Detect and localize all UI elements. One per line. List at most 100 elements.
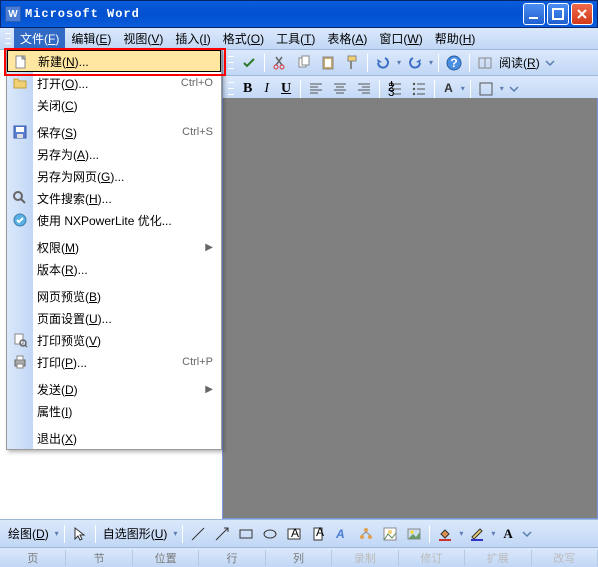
toolbar-overflow-icon[interactable] [543,52,557,74]
file-menu-item[interactable]: 关闭(C) [7,94,221,116]
read-label[interactable]: 阅读(R) [497,54,542,71]
border-button[interactable] [475,78,497,100]
status-cell: 节 [66,550,132,566]
menu-item-label: 属性(I) [37,403,213,420]
file-menu-item[interactable]: 保存(S)Ctrl+S [7,121,221,143]
menu-i[interactable]: 插入(I) [169,28,216,49]
file-menu-item[interactable]: 打开(O)...Ctrl+O [7,72,221,94]
titlebar: W Microsoft Word [0,0,598,28]
fill-color-icon[interactable] [434,523,456,545]
picture-icon[interactable] [403,523,425,545]
minimize-button[interactable] [523,3,545,25]
file-menu-item[interactable]: 打印预览(V) [7,329,221,351]
menu-f[interactable]: 文件(F) [14,28,65,49]
file-menu-item[interactable]: 页面设置(U)... [7,307,221,329]
close-button[interactable] [571,3,593,25]
menu-w[interactable]: 窗口(W) [373,28,428,49]
oval-icon[interactable] [259,523,281,545]
menu-item-label: 新建(N)... [38,53,212,70]
textbox-icon[interactable]: A [283,523,305,545]
help-icon[interactable]: ? [443,52,465,74]
menu-item-label: 使用 NXPowerLite 优化... [37,212,213,229]
file-menu-item[interactable]: 版本(R)... [7,258,221,280]
rectangle-icon[interactable] [235,523,257,545]
menu-t[interactable]: 工具(T) [270,28,321,49]
font-color-dropdown[interactable]: ▾ [459,84,467,93]
align-center-icon[interactable] [329,78,351,100]
menu-h[interactable]: 帮助(H) [429,28,482,49]
autoshapes-menu[interactable]: 自选图形(U) [99,525,172,542]
clipart-icon[interactable] [379,523,401,545]
menu-item-shortcut: Ctrl+P [182,356,213,368]
align-left-icon[interactable] [305,78,327,100]
new-doc-icon [12,53,30,71]
undo-dropdown[interactable]: ▾ [395,58,403,67]
file-menu-item[interactable]: 新建(N)... [7,50,221,72]
standard-toolbar: ▾ ▾ ? 阅读(R) [222,50,598,76]
status-cell: 录制 [332,550,398,566]
paste-icon[interactable] [317,52,339,74]
cut-icon[interactable] [269,52,291,74]
numbered-list-icon[interactable]: 123 [384,78,406,100]
toolbar-overflow-icon[interactable] [520,523,534,545]
file-menu-item[interactable]: 网页预览(B) [7,285,221,307]
file-menu-item[interactable]: 属性(I) [7,400,221,422]
underline-button[interactable]: U [275,81,297,97]
file-menu-item[interactable]: 权限(M)▶ [7,236,221,258]
print-icon [11,353,29,371]
italic-button[interactable]: I [258,81,275,97]
status-cell: 行 [199,550,265,566]
menu-item-label: 关闭(C) [37,97,213,114]
file-menu-dropdown: 新建(N)... 打开(O)...Ctrl+O 关闭(C) 保存(S)Ctrl+S 另存… [6,49,222,450]
copy-icon[interactable] [293,52,315,74]
file-menu-item[interactable]: 文件搜索(H)... [7,187,221,209]
draw-dropdown[interactable]: ▾ [53,529,61,538]
menu-item-label: 文件搜索(H)... [37,190,213,207]
menu-v[interactable]: 视图(V) [117,28,169,49]
status-cell: 位置 [133,550,199,566]
wordart-icon[interactable]: A [331,523,353,545]
toolbar-grip[interactable] [228,80,234,98]
autoshapes-dropdown[interactable]: ▾ [171,529,179,538]
save-icon [11,123,29,141]
toolbar-grip[interactable] [228,54,234,72]
bold-button[interactable]: B [237,81,258,97]
checkmark-icon[interactable] [238,52,260,74]
redo-icon[interactable] [404,52,426,74]
line-color-icon[interactable] [466,523,488,545]
line-icon[interactable] [187,523,209,545]
select-arrow-icon[interactable] [69,523,91,545]
file-menu-item[interactable]: 使用 NXPowerLite 优化... [7,209,221,231]
menu-a[interactable]: 表格(A) [321,28,373,49]
format-painter-icon[interactable] [341,52,363,74]
file-menu-item[interactable]: 另存为网页(G)... [7,165,221,187]
fill-dropdown[interactable]: ▾ [457,529,465,538]
status-cell: 列 [266,550,332,566]
draw-menu[interactable]: 绘图(D) [4,525,53,542]
file-menu-item[interactable]: 另存为(A)... [7,143,221,165]
menu-e[interactable]: 编辑(E) [65,28,117,49]
maximize-button[interactable] [547,3,569,25]
file-menu-item[interactable]: 发送(D)▶ [7,378,221,400]
border-dropdown[interactable]: ▾ [498,84,506,93]
bulleted-list-icon[interactable] [408,78,430,100]
file-menu-item[interactable]: 退出(X) [7,427,221,449]
optimize-icon [11,211,29,229]
menu-item-shortcut: Ctrl+O [181,77,213,89]
arrow-icon[interactable] [211,523,233,545]
vertical-textbox-icon[interactable]: A [307,523,329,545]
redo-dropdown[interactable]: ▾ [427,58,435,67]
toolbar-grip[interactable] [5,31,11,47]
read-icon[interactable] [474,52,496,74]
font-color-button[interactable]: A [438,81,459,97]
font-color2-button[interactable]: A [497,526,518,542]
drawing-toolbar: 绘图(D)▾ 自选图形(U)▾ A A A ▾ ▾ A [0,519,598,547]
menu-item-label: 另存为(A)... [37,146,213,163]
diagram-icon[interactable] [355,523,377,545]
file-menu-item[interactable]: 打印(P)...Ctrl+P [7,351,221,373]
menu-o[interactable]: 格式(O) [217,28,270,49]
align-right-icon[interactable] [353,78,375,100]
toolbar-overflow-icon[interactable] [507,78,521,100]
undo-icon[interactable] [372,52,394,74]
line-color-dropdown[interactable]: ▾ [489,529,497,538]
